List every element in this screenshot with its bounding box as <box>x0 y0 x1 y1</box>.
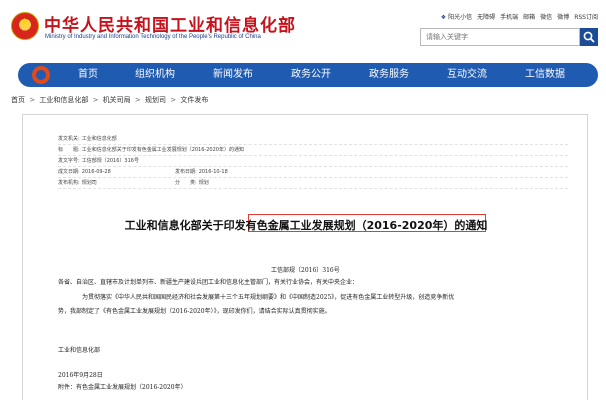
breadcrumb-separator: > <box>92 96 99 104</box>
top-link-accessibility[interactable]: 无障碍 <box>477 12 495 21</box>
meta-published-value: 2016-10-18 <box>198 169 228 175</box>
document-signature: 工业和信息化部 <box>58 347 101 354</box>
nav-item-services[interactable]: 政务服务 <box>350 63 428 87</box>
meta-org-value: 规划司 <box>81 180 97 186</box>
document-paragraph-line-1: 为贯彻落实《中华人民共和国国民经济和社会发展第十三个五年规划纲要》和《中国制造2… <box>82 294 455 301</box>
top-link-sunshine[interactable]: 阳光小信 <box>441 12 472 21</box>
meta-issuer-label: 发文机关: <box>58 136 80 142</box>
nav-items: 首页 组织机构 新闻发布 政务公开 政务服务 互动交流 工信数据 <box>60 63 584 87</box>
breadcrumb-ministry[interactable]: 工业和信息化部 <box>39 96 88 104</box>
search-input[interactable] <box>420 28 580 46</box>
top-link-mobile[interactable]: 手机端 <box>500 12 518 21</box>
meta-doc-number-value: 工信部规〔2016〕316号 <box>81 158 139 164</box>
breadcrumb-home[interactable]: 首页 <box>11 96 25 104</box>
document-date: 2016年9月28日 <box>58 372 103 379</box>
breadcrumb-separator: > <box>29 96 36 104</box>
search-button[interactable] <box>580 28 598 46</box>
meta-subject-value: 工业和信息化部关于印发有色金属工业发展规划（2016-2020年）的通知 <box>81 147 244 153</box>
breadcrumb-separator: > <box>134 96 141 104</box>
meta-row-org: 发布机构: 规划司 分 类: 规划 <box>58 178 568 189</box>
breadcrumb-documents[interactable]: 文件发布 <box>180 96 208 104</box>
meta-row-issuer: 发文机关: 工业和信息化部 <box>58 134 568 145</box>
meta-subject-label: 标 题: <box>58 147 80 153</box>
meta-category-value: 规划 <box>198 180 209 186</box>
document-attachment-link[interactable]: 附件：有色金属工业发展规划（2016-2020年） <box>58 382 187 391</box>
meta-row-subject: 标 题: 工业和信息化部关于印发有色金属工业发展规划（2016-2020年）的通知 <box>58 145 568 156</box>
meta-category: 分 类: 规划 <box>175 178 209 189</box>
meta-row-dates: 成文日期: 2016-09-28 发布日期: 2016-10-18 <box>58 167 568 178</box>
top-link-rss[interactable]: RSS订阅 <box>574 12 598 21</box>
breadcrumb-departments[interactable]: 机关司局 <box>103 96 131 104</box>
meta-row-doc-number: 发文字号: 工信部规〔2016〕316号 <box>58 156 568 167</box>
nav-item-government-affairs[interactable]: 政务公开 <box>272 63 350 87</box>
nav-item-organization[interactable]: 组织机构 <box>116 63 194 87</box>
meta-category-label: 分 类: <box>175 180 197 186</box>
breadcrumb-separator: > <box>170 96 177 104</box>
nav-logo-icon[interactable] <box>32 66 50 84</box>
nav-item-interaction[interactable]: 互动交流 <box>428 63 506 87</box>
meta-published-label: 发布日期: <box>175 169 197 175</box>
national-emblem-icon[interactable]: ★ <box>11 12 39 40</box>
top-link-mail[interactable]: 邮箱 <box>523 12 535 21</box>
meta-published: 发布日期: 2016-10-18 <box>175 167 228 178</box>
search-icon <box>583 31 595 43</box>
breadcrumb: 首页 > 工业和信息化部 > 机关司局 > 规划司 > 文件发布 <box>11 95 208 105</box>
meta-issuer-value: 工业和信息化部 <box>81 136 117 142</box>
site-title[interactable]: 中华人民共和国工业和信息化部 <box>44 11 296 36</box>
top-link-weibo[interactable]: 微博 <box>557 12 569 21</box>
document-paragraph-line-2: 势，我部制定了《有色金属工业发展规划（2016-2020年）》，现印发你们，请结… <box>58 308 331 315</box>
top-links: 阳光小信 无障碍 手机端 邮箱 微信 微博 RSS订阅 <box>441 12 598 21</box>
document-recipients: 各省、自治区、直辖市及计划单列市、新疆生产建设兵团工业和信息化主管部门，有关行业… <box>58 279 359 286</box>
meta-written-value: 2016-09-28 <box>81 169 111 175</box>
meta-written-label: 成文日期: <box>58 169 80 175</box>
document-metadata: 发文机关: 工业和信息化部 标 题: 工业和信息化部关于印发有色金属工业发展规划（2… <box>58 134 568 189</box>
meta-org-label: 发布机构: <box>58 180 80 186</box>
meta-doc-number-label: 发文字号: <box>58 158 80 164</box>
top-link-wechat[interactable]: 微信 <box>540 12 552 21</box>
breadcrumb-planning[interactable]: 规划司 <box>145 96 166 104</box>
nav-item-home[interactable]: 首页 <box>60 63 116 87</box>
site-subtitle: Ministry of Industry and Information Tec… <box>45 34 261 40</box>
site-header: ★ 中华人民共和国工业和信息化部 Ministry of Industry an… <box>0 0 606 58</box>
document-number: 工信部规〔2016〕316号 <box>271 267 340 274</box>
nav-item-data[interactable]: 工信数据 <box>506 63 584 87</box>
nav-item-news[interactable]: 新闻发布 <box>194 63 272 87</box>
main-nav: 首页 组织机构 新闻发布 政务公开 政务服务 互动交流 工信数据 <box>18 63 598 87</box>
article-panel: 发文机关: 工业和信息化部 标 题: 工业和信息化部关于印发有色金属工业发展规划（2… <box>22 114 588 400</box>
document-title: 工业和信息化部关于印发有色金属工业发展规划（2016-2020年）的通知 <box>124 219 488 232</box>
